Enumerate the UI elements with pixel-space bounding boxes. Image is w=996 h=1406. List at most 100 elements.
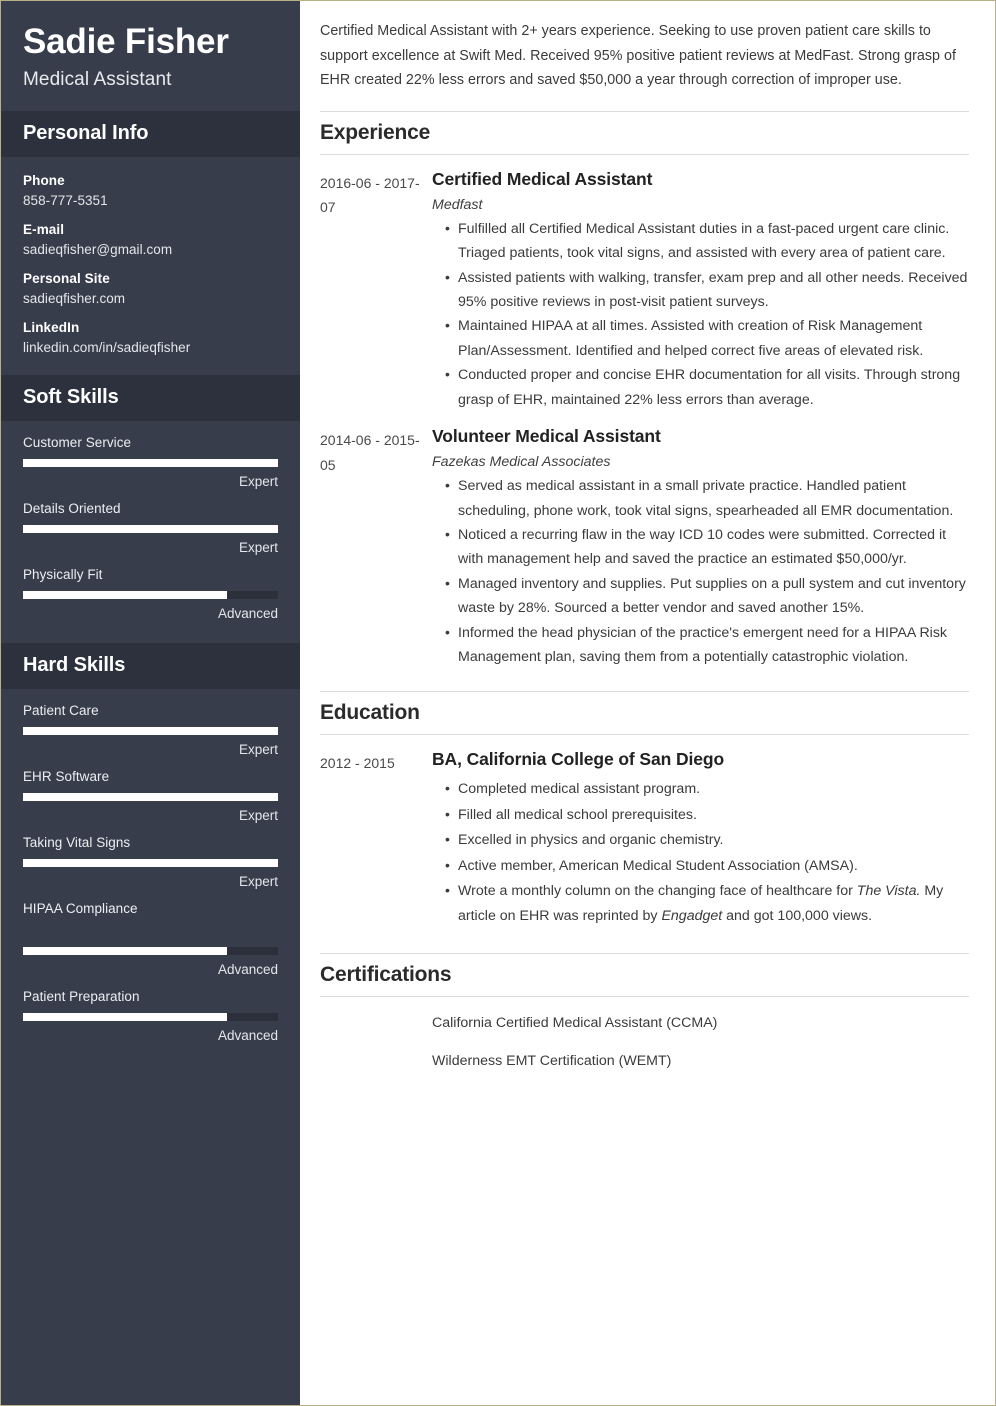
skill-bar-fill [23, 590, 227, 599]
skill-bar-fill [23, 726, 278, 735]
skill-level: Expert [238, 873, 278, 889]
entry-organization: Medfast [432, 196, 483, 213]
sidebar-heading-hard-skills: Hard Skills [1, 642, 300, 689]
entry-title: Certified Medical Assistant [432, 168, 653, 189]
skill-level: Expert [238, 807, 278, 823]
entry-title: BA, California College of San Diego [432, 749, 725, 770]
sidebar: Sadie Fisher Medical Assistant Personal … [1, 1, 300, 1405]
contact-label: LinkedIn [23, 319, 80, 335]
name-block: Sadie Fisher Medical Assistant [1, 1, 300, 111]
hard-skills-list: Patient Care Expert EHR Software Expert … [1, 689, 300, 1065]
skill-name: Physically Fit [23, 566, 103, 582]
bullet-item: Managed inventory and supplies. Put supp… [445, 571, 969, 621]
skill-item: Physically Fit Advanced [23, 567, 278, 621]
skill-item: Details Oriented Expert [23, 501, 278, 555]
bullet-item: Completed medical assistant program. [445, 776, 969, 801]
resume-page: Sadie Fisher Medical Assistant Personal … [0, 0, 996, 1406]
candidate-name: Sadie Fisher [23, 22, 229, 61]
section-education: Education 2012 - 2015 BA, California Col… [320, 691, 969, 929]
entry-dates: 2014-06 - 2015-05 [320, 432, 420, 473]
skill-bar [23, 524, 278, 533]
skill-name: HIPAA Compliance [23, 900, 138, 916]
certification-item: Wilderness EMT Certification (WEMT) [432, 1053, 672, 1070]
bullet-item: Noticed a recurring flaw in the way ICD … [445, 522, 969, 572]
skill-bar-fill [23, 1012, 227, 1021]
skill-bar-fill [23, 946, 227, 955]
skill-bar [23, 946, 278, 955]
main-content: Certified Medical Assistant with 2+ year… [300, 1, 995, 1405]
section-title-certifications: Certifications [320, 953, 969, 998]
skill-name: Details Oriented [23, 500, 121, 516]
entry-organization: Fazekas Medical Associates [432, 454, 611, 471]
skill-level: Advanced [217, 605, 278, 621]
contact-item-linkedin: LinkedIn linkedin.com/in/sadieqfisher [23, 320, 278, 355]
certification-item: California Certified Medical Assistant (… [432, 1015, 718, 1032]
bullet-item: Informed the head physician of the pract… [445, 620, 969, 670]
bullet-item-rich: Wrote a monthly column on the changing f… [445, 878, 969, 928]
contact-item-email: E-mail sadieqfisher@gmail.com [23, 222, 278, 257]
skill-bar [23, 792, 278, 801]
skill-bar [23, 858, 278, 867]
sidebar-heading-personal-info: Personal Info [1, 110, 300, 157]
entry-body: Certified Medical Assistant Medfast Fulf… [432, 169, 969, 412]
bullet-item: Maintained HIPAA at all times. Assisted … [445, 313, 969, 363]
skill-bar-fill [23, 858, 278, 867]
skill-name: Patient Preparation [23, 988, 140, 1004]
contact-label: E-mail [23, 221, 65, 237]
skill-item: HIPAA Compliance Advanced [23, 901, 278, 977]
contact-item-phone: Phone 858-777-5351 [23, 173, 278, 208]
contact-value[interactable]: sadieqfisher.com [23, 291, 278, 306]
bullet-item: Assisted patients with walking, transfer… [445, 265, 969, 315]
section-title-education: Education [320, 691, 969, 736]
contact-item-personal-site: Personal Site sadieqfisher.com [23, 271, 278, 306]
education-entry: 2012 - 2015 BA, California College of Sa… [320, 735, 969, 929]
skill-bar [23, 458, 278, 467]
contact-label: Personal Site [23, 270, 110, 286]
skill-bar [23, 590, 278, 599]
summary-paragraph: Certified Medical Assistant with 2+ year… [320, 23, 956, 89]
skill-item: EHR Software Expert [23, 769, 278, 823]
entry-dates: 2012 - 2015 [320, 755, 395, 772]
experience-entry: 2014-06 - 2015-05 Volunteer Medical Assi… [320, 412, 969, 669]
skill-item: Taking Vital Signs Expert [23, 835, 278, 889]
certifications-list: California Certified Medical Assistant (… [320, 997, 969, 1074]
skill-item: Patient Care Expert [23, 703, 278, 757]
experience-entry: 2016-06 - 2017-07 Certified Medical Assi… [320, 155, 969, 412]
skill-name: Patient Care [23, 702, 99, 718]
skill-bar-fill [23, 524, 278, 533]
skill-bar [23, 1012, 278, 1021]
skill-bar-fill [23, 458, 278, 467]
skill-level: Advanced [217, 1027, 278, 1043]
skill-level: Expert [238, 473, 278, 489]
entry-bullets: Served as medical assistant in a small p… [432, 473, 969, 670]
contact-label: Phone [23, 172, 65, 188]
bullet-item: Filled all medical school prerequisites. [445, 802, 969, 827]
skill-item: Patient Preparation Advanced [23, 989, 278, 1043]
entry-bullets: Completed medical assistant program. Fil… [432, 776, 969, 928]
skill-level: Expert [238, 539, 278, 555]
contact-value[interactable]: linkedin.com/in/sadieqfisher [23, 340, 278, 355]
bullet-item: Excelled in physics and organic chemistr… [445, 827, 969, 852]
section-experience: Experience 2016-06 - 2017-07 Certified M… [320, 110, 969, 670]
bullet-item: Served as medical assistant in a small p… [445, 473, 969, 523]
bullet-text-part: and got 100,000 views. [722, 907, 873, 924]
skill-bar [23, 726, 278, 735]
entry-bullets: Fulfilled all Certified Medical Assistan… [432, 216, 969, 412]
bullet-italic-publication: The Vista. [856, 883, 921, 900]
skill-name: Taking Vital Signs [23, 834, 131, 850]
contact-value[interactable]: sadieqfisher@gmail.com [23, 242, 278, 257]
skill-bar-fill [23, 792, 278, 801]
contact-value[interactable]: 858-777-5351 [23, 193, 278, 208]
bullet-italic-publication: Engadget [661, 907, 723, 924]
soft-skills-list: Customer Service Expert Details Oriented… [1, 421, 300, 643]
bullet-item: Conducted proper and concise EHR documen… [445, 362, 969, 412]
sidebar-heading-soft-skills: Soft Skills [1, 374, 300, 421]
bullet-item: Fulfilled all Certified Medical Assistan… [445, 216, 969, 266]
skill-level: Expert [238, 741, 278, 757]
section-certifications: Certifications California Certified Medi… [320, 953, 969, 1074]
bullet-text-part: Wrote a monthly column on the changing f… [458, 883, 857, 900]
skill-name: Customer Service [23, 434, 132, 450]
section-title-experience: Experience [320, 110, 969, 155]
entry-dates: 2016-06 - 2017-07 [320, 174, 420, 216]
bullet-item: Active member, American Medical Student … [445, 853, 969, 878]
